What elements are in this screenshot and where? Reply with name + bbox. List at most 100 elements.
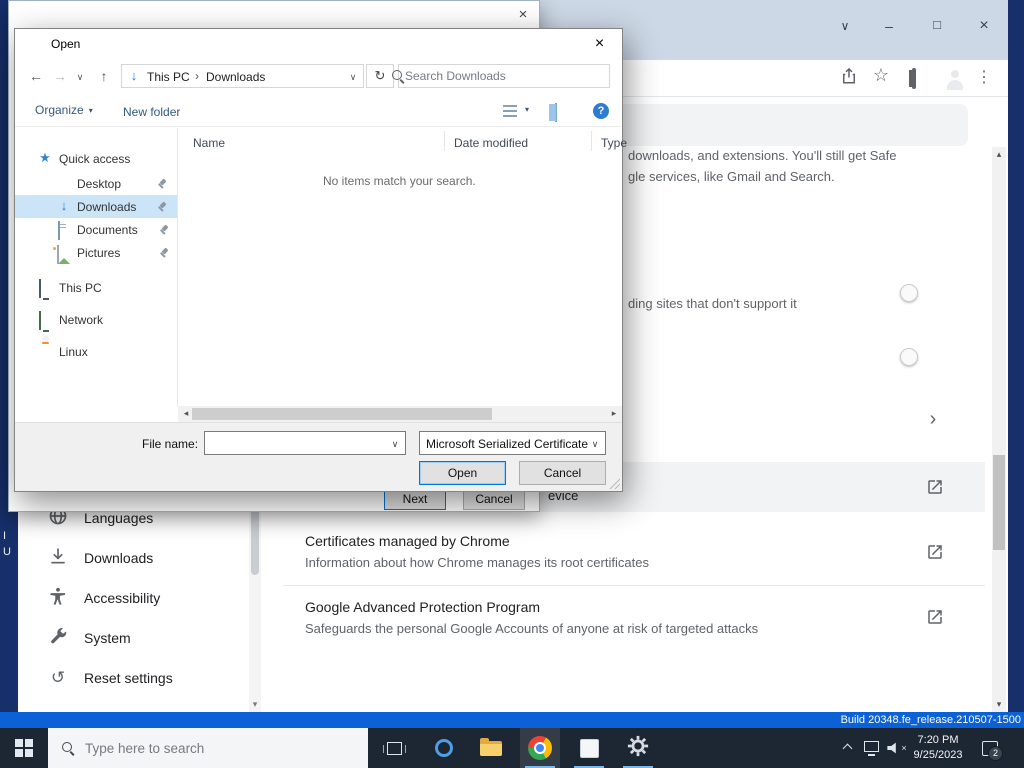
scroll-up-icon[interactable]: ▴ (992, 149, 1006, 160)
sidebar-item-downloads[interactable]: Downloads (30, 538, 248, 578)
organize-button[interactable]: Organize ▾ (35, 103, 93, 117)
preview-pane-icon[interactable] (555, 103, 557, 122)
sidebar-item-label: Accessibility (84, 590, 161, 606)
tab-search-chevron-icon[interactable]: ∨ (830, 13, 860, 39)
dialog-search-box[interactable] (392, 64, 610, 88)
horizontal-scrollbar[interactable]: ◂ ▸ (178, 406, 622, 422)
settings-text-fragment: gle services, like Gmail and Search. (628, 169, 835, 184)
taskbar-app-window[interactable] (569, 728, 609, 768)
dialog-title-bar[interactable] (15, 29, 622, 58)
nav-item-documents[interactable]: Documents (15, 218, 177, 241)
scroll-down-icon[interactable]: ▾ (249, 699, 261, 710)
accessibility-person-icon (48, 586, 68, 611)
taskbar-search-box[interactable] (48, 728, 368, 768)
resize-grip[interactable] (608, 477, 620, 489)
taskbar-app-explorer[interactable] (471, 728, 511, 768)
column-header-date-modified[interactable]: Date modified (454, 136, 528, 150)
close-window-button[interactable]: × (969, 13, 999, 39)
column-divider[interactable] (591, 131, 592, 151)
nav-item-network[interactable]: Network (15, 308, 177, 331)
nav-item-this-pc[interactable]: This PC (15, 276, 177, 299)
settings-text-fragment: downloads, and extensions. You'll still … (628, 148, 897, 163)
cancel-button[interactable]: Cancel (519, 461, 606, 485)
refresh-icon: ↻ (374, 68, 386, 83)
file-name-dropdown-chevron-icon[interactable]: ∨ (389, 439, 401, 450)
forward-icon[interactable]: → (49, 65, 71, 87)
open-button[interactable]: Open (419, 461, 506, 485)
pin-icon (159, 248, 169, 259)
recent-locations-chevron-icon[interactable]: ∨ (73, 70, 87, 84)
back-icon[interactable]: ← (25, 65, 47, 87)
search-downloads-input[interactable] (405, 68, 583, 84)
settings-row-title: Google Advanced Protection Program (305, 599, 541, 615)
expand-row-chevron-icon[interactable]: › (923, 407, 943, 431)
up-icon[interactable]: ↑ (93, 65, 115, 87)
close-dialog-button[interactable]: × (577, 29, 622, 58)
tray-clock[interactable]: 7:20 PM 9/25/2023 (908, 732, 968, 764)
nav-item-desktop[interactable]: Desktop (15, 172, 177, 195)
task-view-icon (382, 741, 406, 755)
breadcrumb-downloads[interactable]: Downloads (206, 70, 265, 84)
address-dropdown-chevron-icon[interactable]: ∨ (347, 72, 359, 83)
nav-label: Documents (77, 223, 138, 237)
page-scrollbar-thumb[interactable] (993, 455, 1005, 550)
tray-volume[interactable]: × (884, 728, 910, 768)
tray-show-hidden-icons[interactable] (836, 728, 858, 768)
nav-item-linux[interactable]: Linux (15, 340, 177, 363)
file-type-select[interactable]: Microsoft Serialized Certificate ∨ (419, 431, 606, 455)
tray-network[interactable] (858, 728, 884, 768)
file-name-combobox[interactable]: ∨ (204, 431, 406, 455)
start-button[interactable] (0, 728, 48, 768)
sidebar-item-label: Reset settings (84, 670, 173, 686)
scroll-down-icon[interactable]: ▾ (992, 699, 1006, 710)
chevron-down-icon: ▾ (88, 105, 93, 115)
document-icon (58, 221, 60, 240)
taskbar-search-input[interactable] (85, 740, 355, 756)
scroll-left-icon[interactable]: ◂ (180, 408, 192, 419)
taskbar-app-browser[interactable] (424, 728, 464, 768)
taskbar-app-chrome[interactable] (520, 728, 560, 768)
sidebar-item-accessibility[interactable]: Accessibility (30, 578, 248, 618)
task-view-button[interactable] (372, 728, 416, 768)
view-details-icon[interactable] (503, 105, 517, 117)
sidebar-scrollbar[interactable]: ▾ (249, 490, 261, 712)
settings-row-certificates[interactable]: Certificates managed by Chrome Informati… (283, 517, 985, 585)
speaker-muted-icon (887, 742, 896, 754)
new-folder-button[interactable]: New folder (123, 103, 180, 121)
scroll-right-icon[interactable]: ▸ (608, 408, 620, 419)
nav-quick-access[interactable]: ★ Quick access (15, 148, 177, 170)
help-icon[interactable]: ? (593, 103, 609, 119)
search-icon[interactable] (392, 70, 405, 83)
nav-item-pictures[interactable]: Pictures (15, 241, 177, 264)
column-divider[interactable] (444, 131, 445, 151)
views-dropdown-chevron-icon[interactable]: ▾ (521, 105, 533, 114)
app-window-icon (579, 738, 599, 758)
wizard-next-label: Next (402, 492, 428, 506)
sidebar-item-system[interactable]: System (30, 618, 248, 658)
taskbar-app-settings[interactable] (618, 728, 658, 768)
breadcrumb-separator-icon[interactable]: › (192, 69, 202, 83)
sidebar-item-reset-settings[interactable]: ↺ Reset settings (30, 658, 248, 698)
menu-kebab-icon[interactable]: ⋮ (976, 66, 992, 90)
share-icon[interactable] (840, 67, 858, 90)
nav-item-downloads[interactable]: ↓ Downloads (15, 195, 177, 218)
horizontal-scrollbar-thumb[interactable] (192, 408, 492, 420)
breadcrumb-this-pc[interactable]: This PC (147, 70, 190, 84)
settings-row-advanced-protection[interactable]: Google Advanced Protection Program Safeg… (283, 586, 985, 652)
side-panel-icon[interactable] (912, 68, 916, 89)
page-scrollbar[interactable]: ▴ ▾ (992, 147, 1006, 712)
column-header-name[interactable]: Name (193, 136, 225, 150)
bookmark-star-icon[interactable]: ☆ (870, 65, 892, 87)
address-bar[interactable]: ↓ This PC › Downloads ∨ (121, 64, 364, 88)
file-type-dropdown-chevron-icon[interactable]: ∨ (589, 439, 601, 450)
dialog-title: Open (51, 37, 81, 51)
file-name-input[interactable] (209, 435, 385, 451)
settings-row-title: Certificates managed by Chrome (305, 533, 510, 549)
minimize-button[interactable]: – (874, 13, 904, 39)
refresh-button[interactable]: ↻ (366, 64, 394, 88)
sidebar-item-label: Languages (84, 510, 154, 526)
close-wizard-button[interactable]: × (509, 4, 537, 26)
maximize-button[interactable]: □ (922, 13, 952, 39)
column-header-type[interactable]: Type (601, 136, 627, 150)
open-button-label: Open (447, 466, 478, 480)
